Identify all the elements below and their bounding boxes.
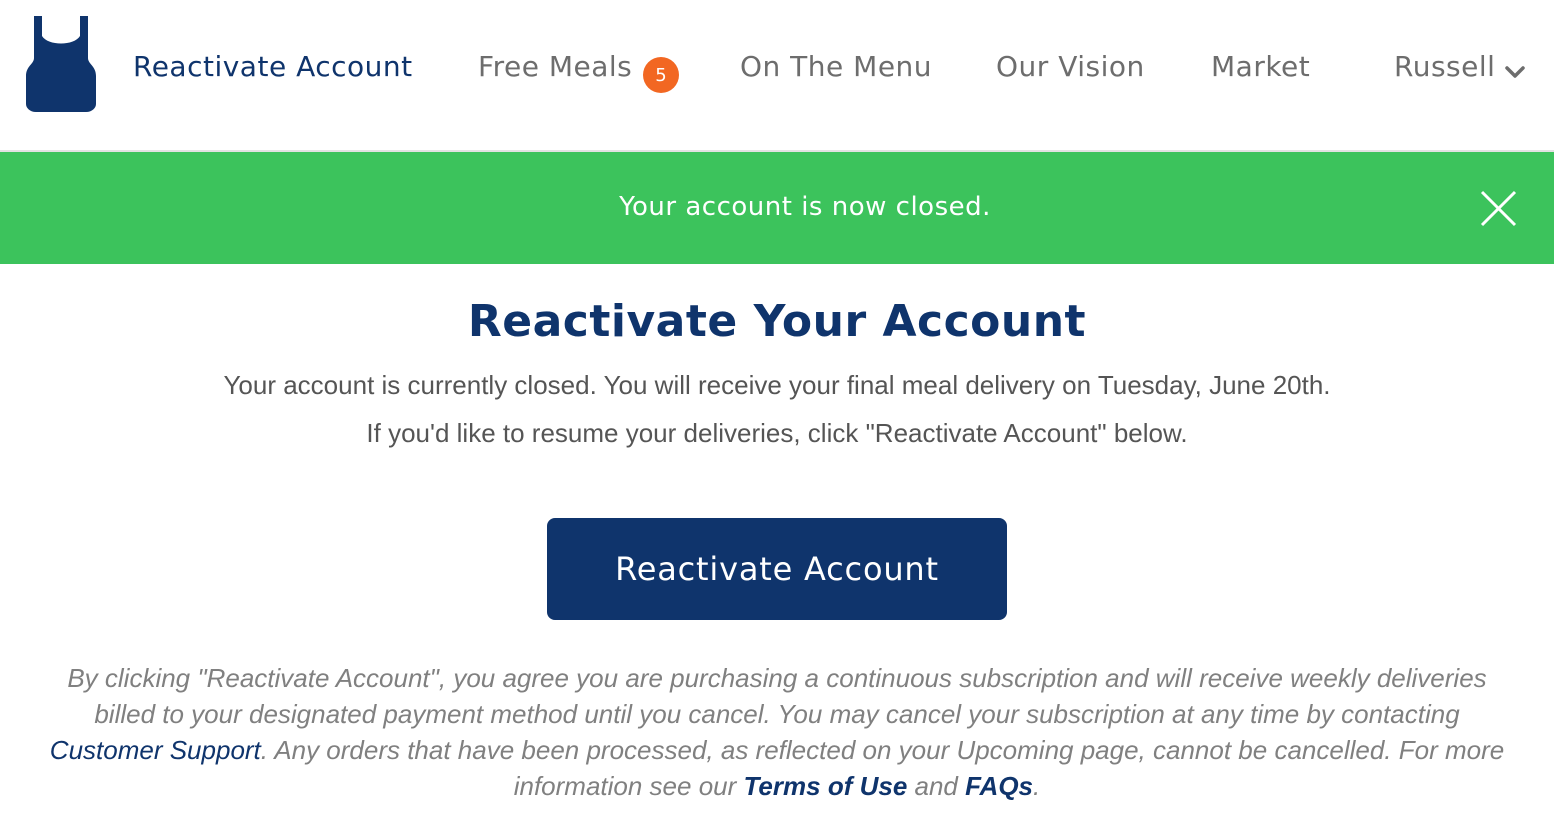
top-nav: Reactivate Account Free Meals 5 On The M… <box>0 0 1554 152</box>
chevron-down-icon[interactable] <box>1504 64 1526 80</box>
faqs-link[interactable]: FAQs <box>965 771 1033 801</box>
free-meals-count-badge: 5 <box>643 57 679 93</box>
legal-text-part1: By clicking "Reactivate Account", you ag… <box>67 663 1487 729</box>
legal-text-part4: . <box>1033 771 1041 801</box>
apron-icon[interactable] <box>26 16 96 112</box>
terms-of-use-link[interactable]: Terms of Use <box>744 771 908 801</box>
page-title: Reactivate Your Account <box>467 296 1087 347</box>
customer-support-link[interactable]: Customer Support <box>50 735 261 765</box>
reactivate-account-button[interactable]: Reactivate Account <box>547 518 1007 620</box>
nav-item-reactivate-account[interactable]: Reactivate Account <box>133 50 413 83</box>
user-menu-name[interactable]: Russell <box>1394 50 1495 83</box>
nav-item-free-meals[interactable]: Free Meals <box>478 50 632 83</box>
nav-item-market[interactable]: Market <box>1211 50 1310 83</box>
resume-instructions-text: If you'd like to resume your deliveries,… <box>366 418 1188 448</box>
legal-disclaimer: By clicking "Reactivate Account", you ag… <box>36 660 1518 804</box>
nav-item-on-the-menu[interactable]: On The Menu <box>740 50 932 83</box>
closed-status-text: Your account is currently closed. You wi… <box>223 370 1331 400</box>
banner-message: Your account is now closed. <box>619 192 991 222</box>
nav-item-our-vision[interactable]: Our Vision <box>996 50 1145 83</box>
close-icon[interactable] <box>1480 190 1517 227</box>
legal-text-part3: and <box>907 771 966 801</box>
